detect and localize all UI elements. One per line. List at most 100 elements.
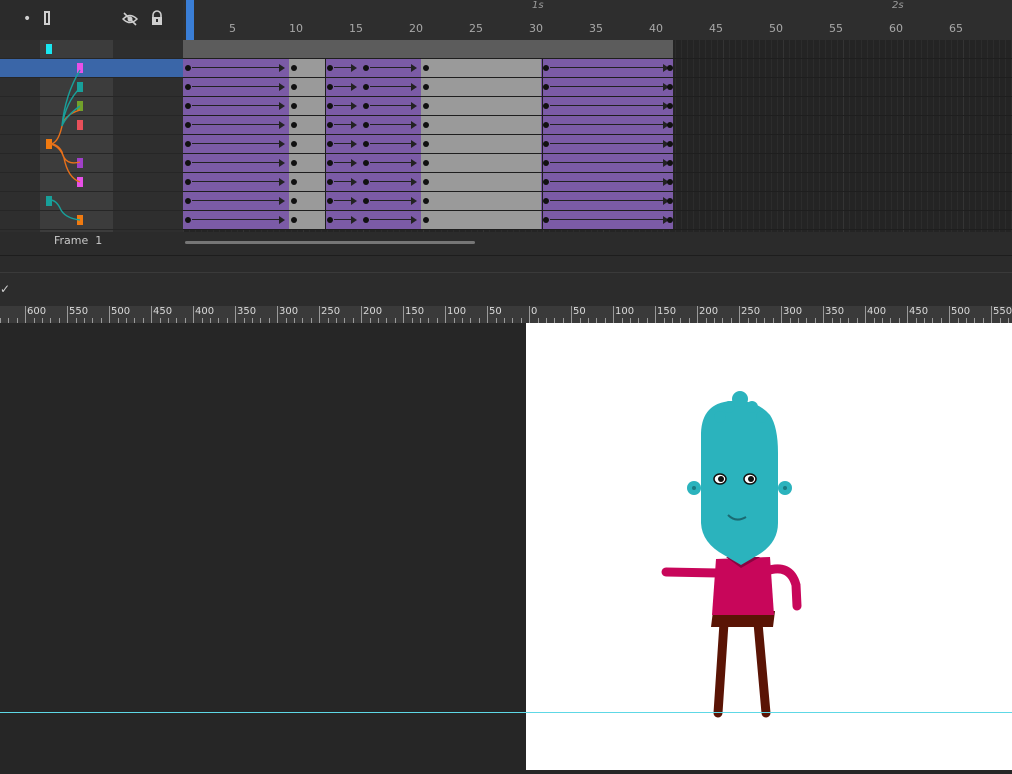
keyframe[interactable] xyxy=(291,179,297,185)
motion-tween[interactable] xyxy=(541,135,673,153)
motion-tween[interactable] xyxy=(541,173,673,191)
motion-tween[interactable] xyxy=(541,97,673,115)
frame-row[interactable] xyxy=(183,116,1012,135)
keyframe[interactable] xyxy=(423,198,429,204)
dot-icon[interactable]: • xyxy=(23,11,31,27)
keyframe[interactable] xyxy=(291,103,297,109)
keyframe[interactable] xyxy=(543,141,549,147)
keyframe[interactable] xyxy=(667,84,673,90)
keyframe[interactable] xyxy=(423,84,429,90)
keyframe[interactable] xyxy=(543,160,549,166)
keyframe[interactable] xyxy=(667,160,673,166)
frame-row[interactable] xyxy=(183,154,1012,173)
keyframe[interactable] xyxy=(543,179,549,185)
frame-row[interactable] xyxy=(183,192,1012,211)
keyframe[interactable] xyxy=(185,103,191,109)
keyframe[interactable] xyxy=(543,103,549,109)
character-illustration[interactable] xyxy=(526,323,1012,770)
frame-row[interactable] xyxy=(183,211,1012,230)
keyframe[interactable] xyxy=(543,217,549,223)
static-frames[interactable] xyxy=(421,78,541,96)
stage-canvas[interactable] xyxy=(526,323,1012,770)
keyframe[interactable] xyxy=(185,122,191,128)
motion-tween[interactable] xyxy=(183,154,289,172)
keyframe[interactable] xyxy=(667,122,673,128)
keyframe[interactable] xyxy=(667,103,673,109)
edit-icon[interactable]: ✓ xyxy=(0,282,10,296)
keyframe[interactable] xyxy=(423,103,429,109)
keyframe[interactable] xyxy=(291,122,297,128)
keyframe[interactable] xyxy=(291,141,297,147)
static-frames[interactable] xyxy=(421,116,541,134)
frame-row[interactable] xyxy=(183,173,1012,192)
scrollbar-thumb[interactable] xyxy=(185,241,475,244)
motion-tween[interactable] xyxy=(541,211,673,229)
frame-row[interactable] xyxy=(183,40,1012,59)
static-frames[interactable] xyxy=(421,154,541,172)
keyframe[interactable] xyxy=(363,217,369,223)
keyframe[interactable] xyxy=(543,65,549,71)
keyframe[interactable] xyxy=(543,122,549,128)
keyframe[interactable] xyxy=(667,65,673,71)
frame-row[interactable] xyxy=(183,59,1012,78)
keyframe[interactable] xyxy=(423,160,429,166)
keyframe[interactable] xyxy=(667,179,673,185)
keyframe[interactable] xyxy=(363,65,369,71)
keyframe[interactable] xyxy=(667,141,673,147)
keyframe[interactable] xyxy=(185,217,191,223)
motion-tween[interactable] xyxy=(183,211,289,229)
motion-tween[interactable] xyxy=(183,173,289,191)
keyframe[interactable] xyxy=(363,160,369,166)
keyframe[interactable] xyxy=(327,217,333,223)
motion-tween[interactable] xyxy=(183,116,289,134)
keyframe[interactable] xyxy=(185,65,191,71)
keyframe[interactable] xyxy=(543,84,549,90)
keyframe[interactable] xyxy=(291,198,297,204)
keyframe[interactable] xyxy=(327,198,333,204)
keyframe[interactable] xyxy=(667,198,673,204)
keyframe[interactable] xyxy=(327,179,333,185)
keyframe[interactable] xyxy=(363,122,369,128)
keyframe[interactable] xyxy=(423,217,429,223)
keyframe[interactable] xyxy=(291,84,297,90)
motion-tween[interactable] xyxy=(541,192,673,210)
frame-grid[interactable] xyxy=(183,40,1012,232)
static-frames[interactable] xyxy=(421,173,541,191)
panel-divider[interactable] xyxy=(0,255,1012,272)
keyframe[interactable] xyxy=(543,198,549,204)
motion-tween[interactable] xyxy=(541,154,673,172)
keyframe[interactable] xyxy=(363,103,369,109)
keyframe[interactable] xyxy=(423,65,429,71)
keyframe[interactable] xyxy=(363,141,369,147)
keyframe[interactable] xyxy=(327,160,333,166)
keyframe[interactable] xyxy=(185,141,191,147)
keyframe[interactable] xyxy=(667,217,673,223)
motion-tween[interactable] xyxy=(183,97,289,115)
static-frames[interactable] xyxy=(421,59,541,77)
keyframe[interactable] xyxy=(327,103,333,109)
keyframe[interactable] xyxy=(185,160,191,166)
motion-tween[interactable] xyxy=(183,135,289,153)
keyframe[interactable] xyxy=(185,84,191,90)
keyframe[interactable] xyxy=(327,65,333,71)
keyframe[interactable] xyxy=(363,84,369,90)
motion-tween[interactable] xyxy=(541,59,673,77)
keyframe[interactable] xyxy=(291,160,297,166)
motion-tween[interactable] xyxy=(183,78,289,96)
keyframe[interactable] xyxy=(423,122,429,128)
eye-hidden-icon[interactable] xyxy=(121,11,139,27)
static-frames[interactable] xyxy=(421,192,541,210)
keyframe[interactable] xyxy=(327,84,333,90)
motion-tween[interactable] xyxy=(541,116,673,134)
lock-icon[interactable] xyxy=(150,10,164,26)
static-frames[interactable] xyxy=(421,211,541,229)
frame-row[interactable] xyxy=(183,135,1012,154)
keyframe[interactable] xyxy=(363,179,369,185)
motion-tween[interactable] xyxy=(541,78,673,96)
frame-row[interactable] xyxy=(183,97,1012,116)
keyframe[interactable] xyxy=(327,141,333,147)
frame-ruler[interactable]: 5 10 15 20 25 30 35 40 45 50 55 60 65 1s 2s xyxy=(183,0,1012,40)
keyframe[interactable] xyxy=(363,198,369,204)
keyframe[interactable] xyxy=(185,198,191,204)
frame-row[interactable] xyxy=(183,78,1012,97)
